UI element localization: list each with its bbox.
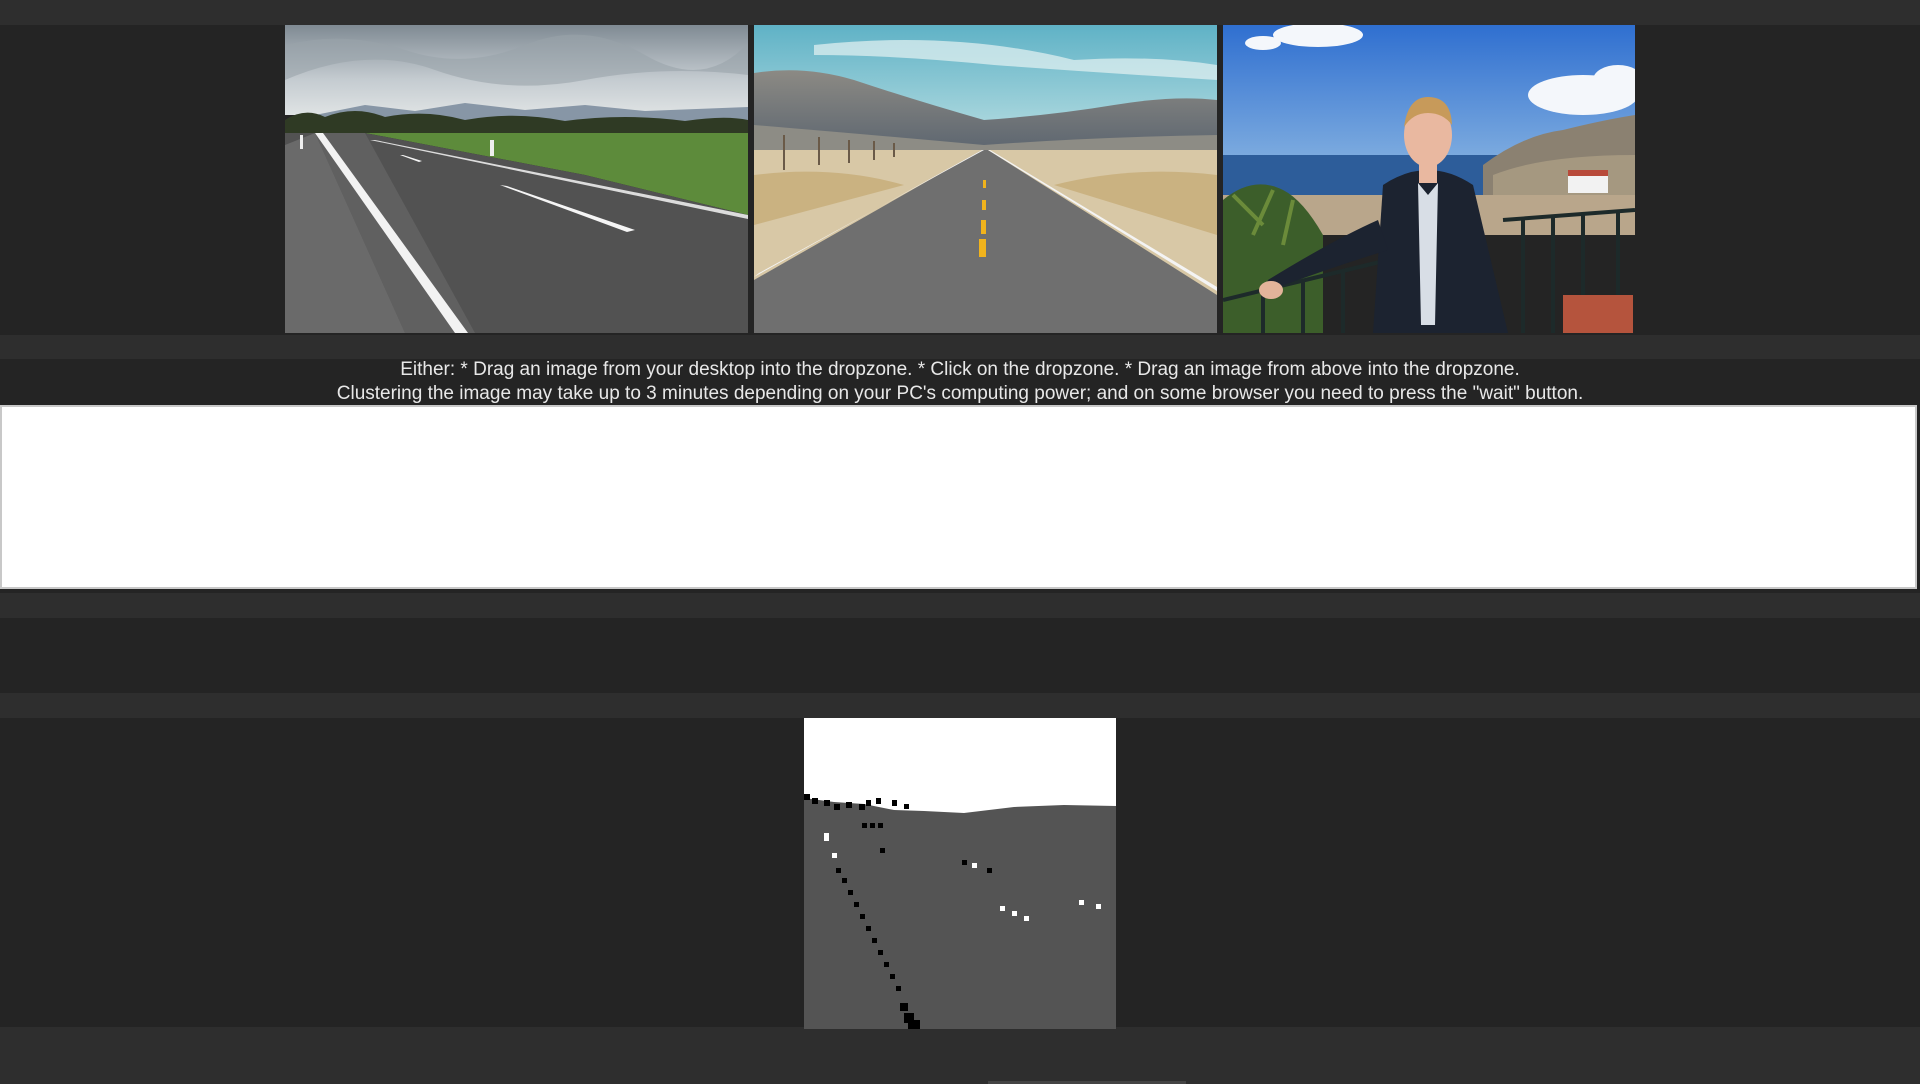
clustered-result-image	[804, 718, 1116, 1029]
instructions: Either: * Drag an image from your deskto…	[0, 358, 1920, 406]
bottom-band	[0, 1027, 1920, 1084]
gallery-image-desert[interactable]	[754, 25, 1217, 333]
image-gallery	[285, 25, 1635, 333]
instructions-line-2: Clustering the image may take up to 3 mi…	[336, 383, 1584, 404]
cluster-output-canvas	[804, 718, 1116, 1029]
portrait-photo[interactable]	[1223, 25, 1635, 333]
result-top-band	[0, 693, 1920, 718]
dropzone-bottom-band	[0, 593, 1920, 618]
desert-road-photo[interactable]	[754, 25, 1217, 333]
gallery-image-road[interactable]	[285, 25, 748, 333]
gallery-bottom-band	[0, 335, 1920, 359]
country-road-photo[interactable]	[285, 25, 748, 333]
top-band	[0, 0, 1920, 25]
gallery-image-portrait[interactable]	[1223, 25, 1635, 333]
image-dropzone[interactable]	[0, 405, 1917, 589]
instructions-line-1: Either: * Drag an image from your deskto…	[400, 359, 1520, 380]
